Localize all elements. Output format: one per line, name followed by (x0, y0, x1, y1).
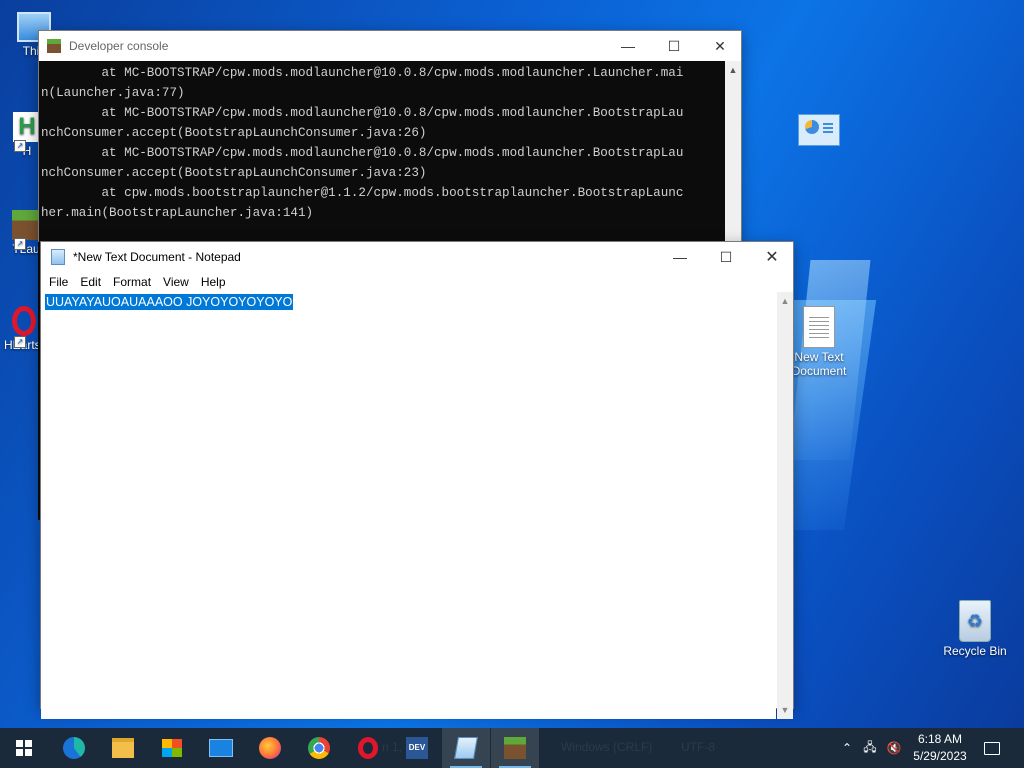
taskbar-chrome[interactable] (295, 728, 343, 768)
desktop-icon-recycle-bin[interactable]: ♻ Recycle Bin (940, 600, 1010, 658)
taskbar-mail[interactable] (197, 728, 245, 768)
recycle-bin-icon: ♻ (959, 600, 991, 642)
console-line: nchConsumer.accept(BootstrapLaunchConsum… (41, 166, 427, 180)
console-line: nchConsumer.accept(BootstrapLaunchConsum… (41, 126, 427, 140)
h-app-icon: H (13, 112, 41, 142)
network-icon[interactable]: 🖧 (860, 728, 880, 768)
notepad-status-encoding: UTF-8 (681, 740, 715, 754)
taskbar: n 1, C DEV Windows (CRLF) UTF-8 ⌃ 🖧 🔇 6:… (0, 728, 1024, 768)
taskbar-notepad[interactable] (442, 728, 490, 768)
mail-icon (209, 739, 233, 757)
developer-console-window[interactable]: Developer console — ☐ ✕ at MC-BOOTSTRAP/… (38, 30, 742, 244)
close-button[interactable]: ✕ (697, 31, 743, 61)
taskbar-firefox[interactable] (246, 728, 294, 768)
shortcut-arrow-icon: ↗ (14, 140, 26, 152)
console-line: her.main(BootstrapLauncher.java:141) (41, 206, 314, 220)
pie-chart-icon (805, 120, 819, 134)
edge-icon (63, 737, 85, 759)
taskbar-file-explorer[interactable] (99, 728, 147, 768)
notepad-icon (454, 737, 478, 759)
taskbar-dev-app[interactable]: DEV (393, 728, 441, 768)
notepad-menubar: File Edit Format View Help (41, 272, 793, 292)
scroll-up-arrow-icon[interactable]: ▲ (725, 65, 741, 75)
minimize-button[interactable]: — (605, 31, 651, 61)
tray-chevron-icon[interactable]: ⌃ (838, 728, 856, 768)
scroll-up-arrow-icon[interactable]: ▲ (777, 296, 793, 306)
menu-view[interactable]: View (157, 275, 195, 289)
notepad-titlebar[interactable]: *New Text Document - Notepad — ☐ ✕ (41, 242, 793, 272)
console-line: at MC-BOOTSTRAP/cpw.mods.modlauncher@10.… (41, 106, 684, 120)
chrome-icon (308, 737, 330, 759)
windows-logo-icon (16, 740, 32, 756)
clock-time: 6:18 AM (917, 732, 963, 746)
notification-icon[interactable] (980, 728, 1004, 768)
console-titlebar[interactable]: Developer console — ☐ ✕ (39, 31, 741, 61)
desktop-icon-hearts[interactable]: ↗ HEarts (4, 306, 41, 352)
notepad-title: *New Text Document - Notepad (73, 250, 241, 264)
taskbar-minecraft[interactable] (491, 728, 539, 768)
minimize-button[interactable]: — (657, 242, 703, 272)
notepad-window[interactable]: *New Text Document - Notepad — ☐ ✕ File … (40, 241, 794, 719)
console-line: at MC-BOOTSTRAP/cpw.mods.modlauncher@10.… (41, 146, 684, 160)
menu-edit[interactable]: Edit (74, 275, 107, 289)
grass-block-icon (504, 737, 526, 759)
taskbar-edge[interactable] (50, 728, 98, 768)
menu-help[interactable]: Help (195, 275, 232, 289)
desktop-icon-control-panel[interactable] (798, 114, 840, 146)
grass-block-icon (12, 210, 40, 240)
dev-icon: DEV (406, 737, 428, 759)
firefox-icon (259, 737, 281, 759)
menu-format[interactable]: Format (107, 275, 157, 289)
clock-date: 5/29/2023 (913, 749, 967, 763)
text-file-icon (803, 306, 835, 348)
console-line: at MC-BOOTSTRAP/cpw.mods.modlauncher@10.… (41, 66, 684, 80)
vertical-scrollbar[interactable]: ▲ ▼ (777, 292, 793, 719)
console-scrollbar[interactable]: ▲ (725, 61, 741, 243)
notepad-status-line-ending: Windows (CRLF) (561, 740, 653, 754)
folder-icon (112, 738, 134, 758)
console-title: Developer console (69, 39, 169, 53)
notepad-icon (51, 249, 65, 265)
menu-file[interactable]: File (43, 275, 74, 289)
list-lines-icon (823, 123, 833, 125)
clock[interactable]: 6:18 AM 5/29/2023 (900, 731, 980, 765)
text-editor[interactable]: UUAYAYAUOAUAAAOO JOYOYOYOYOYO (41, 292, 776, 719)
desktop-icon-new-text-document[interactable]: New Text Document (786, 306, 852, 378)
opera-like-icon (12, 306, 36, 336)
taskbar-store[interactable] (148, 728, 196, 768)
shortcut-arrow-icon: ↗ (14, 238, 26, 250)
store-bag-icon (162, 739, 182, 757)
maximize-button[interactable]: ☐ (651, 31, 697, 61)
console-line: at cpw.mods.bootstraplauncher@1.1.2/cpw.… (41, 186, 684, 200)
console-line: n(Launcher.java:77) (41, 86, 185, 100)
console-output: at MC-BOOTSTRAP/cpw.mods.modlauncher@10.… (39, 61, 727, 243)
shortcut-arrow-icon: ↗ (14, 336, 26, 348)
scroll-down-arrow-icon[interactable]: ▼ (777, 705, 793, 715)
grass-block-icon (47, 39, 61, 53)
selected-text[interactable]: UUAYAYAUOAUAAAOO JOYOYOYOYOYO (45, 294, 294, 310)
close-button[interactable]: ✕ (749, 242, 795, 272)
maximize-button[interactable]: ☐ (703, 242, 749, 272)
opera-icon (358, 737, 378, 759)
start-button[interactable] (0, 728, 48, 768)
